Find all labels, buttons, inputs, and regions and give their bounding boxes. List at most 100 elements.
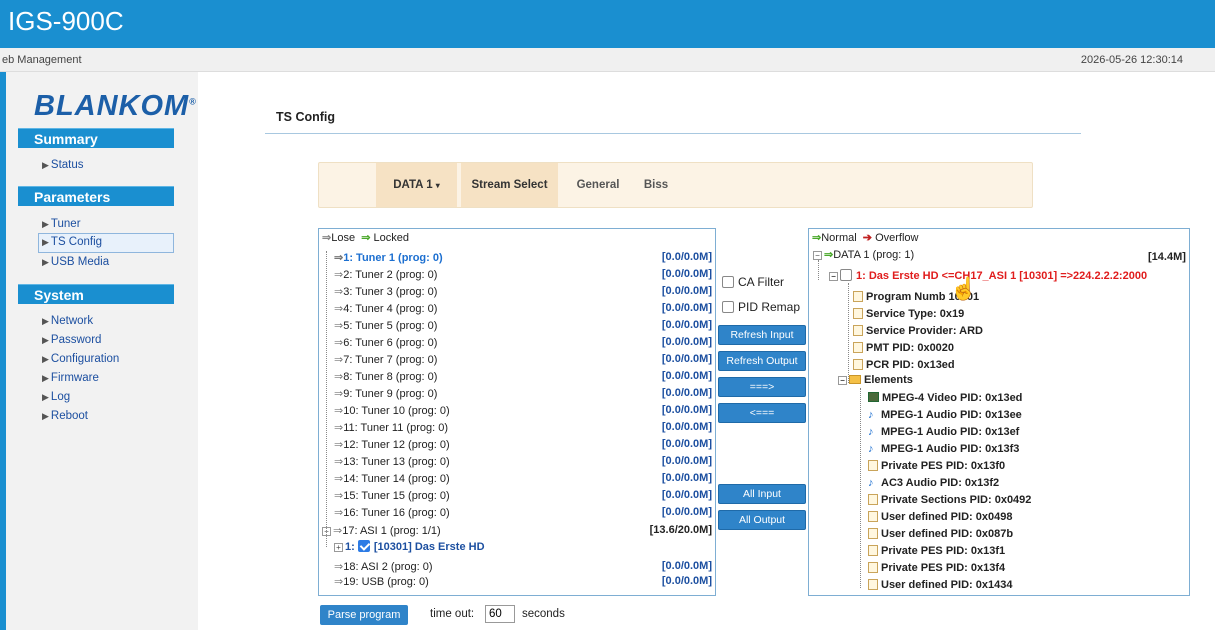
input-stream-rate: [0.0/0.0M] <box>661 472 712 484</box>
elements-folder-row[interactable]: − Elements <box>838 374 913 386</box>
asi-child-row[interactable]: +1: [10301] Das Erste HD <box>334 540 485 553</box>
input-stream-label: 19: USB (prog: 0) <box>343 576 429 588</box>
program-detail-row: PMT PID: 0x0020 <box>853 342 954 354</box>
input-stream-row[interactable]: ⇒18: ASI 2 (prog: 0) <box>334 560 433 573</box>
pid-remap-option[interactable]: PID Remap <box>722 300 800 314</box>
element-pid-row[interactable]: Private Sections PID: 0x0492 <box>868 494 1031 506</box>
locked-arrow-icon: ⇒ <box>334 422 344 434</box>
locked-arrow-icon: ⇒ <box>334 490 344 502</box>
sidebar-item-log[interactable]: ▶ Log <box>42 391 70 403</box>
element-pid-row[interactable]: ♪ MPEG-1 Audio PID: 0x13f3 <box>868 443 1019 455</box>
ca-filter-checkbox[interactable] <box>722 276 734 288</box>
sidebar-item-firmware[interactable]: ▶ Firmware <box>42 372 99 384</box>
parse-program-button[interactable]: Parse program <box>320 605 408 625</box>
element-pid-row[interactable]: Private PES PID: 0x13f0 <box>868 460 1005 472</box>
caret-down-icon: ▾ <box>435 181 440 190</box>
document-icon <box>868 494 878 505</box>
input-stream-row[interactable]: ⇒16: Tuner 16 (prog: 0) <box>334 506 450 519</box>
input-stream-row[interactable]: ⇒13: Tuner 13 (prog: 0) <box>334 455 450 468</box>
input-stream-row[interactable]: ⇒5: Tuner 5 (prog: 0) <box>334 319 437 332</box>
output-root-row[interactable]: − ⇒DATA 1 (prog: 1) <box>813 248 914 261</box>
sidebar-item-reboot[interactable]: ▶ Reboot <box>42 410 88 422</box>
input-stream-row[interactable]: ⇒15: Tuner 15 (prog: 0) <box>334 489 450 502</box>
program-detail-label: PMT PID: 0x0020 <box>866 342 955 354</box>
input-stream-row[interactable]: ⇒14: Tuner 14 (prog: 0) <box>334 472 450 485</box>
asi-child-checkbox[interactable] <box>357 540 370 552</box>
all-input-button[interactable]: All Input <box>718 484 806 504</box>
triangle-right-icon: ▶ <box>42 354 49 364</box>
output-program-checkbox[interactable] <box>840 269 852 281</box>
blankom-logo: BLANKOM® <box>34 90 197 122</box>
element-pid-label: User defined PID: 0x1434 <box>881 579 1013 591</box>
element-pid-row[interactable]: ♪ MPEG-1 Audio PID: 0x13ef <box>868 426 1019 438</box>
element-pid-label: MPEG-1 Audio PID: 0x13ee <box>881 409 1022 421</box>
sidebar-item-configuration[interactable]: ▶ Configuration <box>42 353 119 365</box>
document-icon <box>853 308 863 319</box>
collapse-minus-icon[interactable]: − <box>813 251 822 260</box>
input-stream-row[interactable]: ⇒19: USB (prog: 0) <box>334 575 429 588</box>
collapse-minus-icon[interactable]: − <box>829 272 838 281</box>
element-pid-row[interactable]: User defined PID: 0x087b <box>868 528 1013 540</box>
element-pid-row[interactable]: Private PES PID: 0x13f1 <box>868 545 1005 557</box>
overflow-arrow-icon: ➔ <box>862 232 873 244</box>
program-detail-label: PCR PID: 0x13ed <box>866 359 955 371</box>
input-stream-row[interactable]: ⇒8: Tuner 8 (prog: 0) <box>334 370 437 383</box>
tab-stream-select[interactable]: Stream Select <box>461 163 558 207</box>
output-root-rate: [14.4M] <box>1148 251 1186 263</box>
input-stream-label: 2: Tuner 2 (prog: 0) <box>343 269 438 281</box>
tree-line <box>326 251 327 547</box>
sidebar-item-status[interactable]: ▶ Status <box>42 159 84 171</box>
input-stream-row[interactable]: ⇒3: Tuner 3 (prog: 0) <box>334 285 437 298</box>
tab-general[interactable]: General <box>568 163 628 207</box>
web-management-label: eb Management <box>2 54 82 66</box>
system-section-header: System <box>18 284 174 304</box>
element-pid-row[interactable]: User defined PID: 0x1434 <box>868 579 1012 591</box>
sidebar-item-ts-config[interactable]: ▶ TS Config <box>42 236 102 248</box>
input-stream-row[interactable]: ⇒11: Tuner 11 (prog: 0) <box>334 421 448 434</box>
folder-icon <box>849 375 861 384</box>
normal-arrow-icon: ⇒ <box>824 249 834 261</box>
refresh-input-button[interactable]: Refresh Input <box>718 325 806 345</box>
refresh-output-button[interactable]: Refresh Output <box>718 351 806 371</box>
all-output-button[interactable]: All Output <box>718 510 806 530</box>
input-stream-rate: [0.0/0.0M] <box>661 353 712 365</box>
input-stream-row[interactable]: ⇒6: Tuner 6 (prog: 0) <box>334 336 437 349</box>
top-bar: IGS-900C <box>0 0 1215 48</box>
input-stream-row[interactable]: ⇒4: Tuner 4 (prog: 0) <box>334 302 437 315</box>
element-pid-row[interactable]: ♪ AC3 Audio PID: 0x13f2 <box>868 477 999 489</box>
input-stream-row[interactable]: ⇒9: Tuner 9 (prog: 0) <box>334 387 437 400</box>
input-stream-row[interactable]: ⇒2: Tuner 2 (prog: 0) <box>334 268 437 281</box>
program-detail-row: PCR PID: 0x13ed <box>853 359 955 371</box>
datetime-label: 2026-05-26 12:30:14 <box>1080 54 1183 66</box>
element-pid-row[interactable]: ♪ MPEG-1 Audio PID: 0x13ee <box>868 409 1022 421</box>
parameters-section-header: Parameters <box>18 186 174 206</box>
locked-arrow-icon: ⇒ <box>334 507 344 519</box>
input-stream-rate: [0.0/0.0M] <box>661 404 712 416</box>
input-stream-row[interactable]: − ⇒17: ASI 1 (prog: 1/1) <box>322 524 441 537</box>
output-program-row[interactable]: −1: Das Erste HD <=CH17_ASI 1 [10301] =>… <box>829 269 1147 282</box>
locked-arrow-icon: ⇒ <box>334 576 344 588</box>
expand-plus-icon[interactable]: + <box>334 543 343 552</box>
input-stream-row[interactable]: ⇒10: Tuner 10 (prog: 0) <box>334 404 450 417</box>
sidebar-item-tuner[interactable]: ▶ Tuner <box>42 218 81 230</box>
element-pid-row[interactable]: MPEG-4 Video PID: 0x13ed <box>868 392 1022 404</box>
ca-filter-option[interactable]: CA Filter <box>722 275 784 289</box>
input-stream-row[interactable]: ⇒12: Tuner 12 (prog: 0) <box>334 438 450 451</box>
collapse-minus-icon[interactable]: − <box>838 376 847 385</box>
input-stream-label: 6: Tuner 6 (prog: 0) <box>343 337 438 349</box>
input-stream-row[interactable]: ⇒1: Tuner 1 (prog: 0) <box>334 251 443 264</box>
element-pid-row[interactable]: User defined PID: 0x0498 <box>868 511 1012 523</box>
sidebar-item-network[interactable]: ▶ Network <box>42 315 93 327</box>
document-icon <box>853 342 863 353</box>
pid-remap-checkbox[interactable] <box>722 301 734 313</box>
tab-data1-dropdown[interactable]: DATA 1 ▾ <box>376 163 457 207</box>
tab-biss[interactable]: Biss <box>636 163 676 207</box>
sidebar-item-usb-media[interactable]: ▶ USB Media <box>42 256 109 268</box>
timeout-input[interactable] <box>485 605 515 623</box>
remove-from-output-button[interactable]: <=== <box>718 403 806 423</box>
element-pid-row[interactable]: Private PES PID: 0x13f4 <box>868 562 1005 574</box>
add-to-output-button[interactable]: ===> <box>718 377 806 397</box>
input-stream-row[interactable]: ⇒7: Tuner 7 (prog: 0) <box>334 353 437 366</box>
sidebar-item-password[interactable]: ▶ Password <box>42 334 101 346</box>
input-stream-rate: [0.0/0.0M] <box>661 268 712 280</box>
